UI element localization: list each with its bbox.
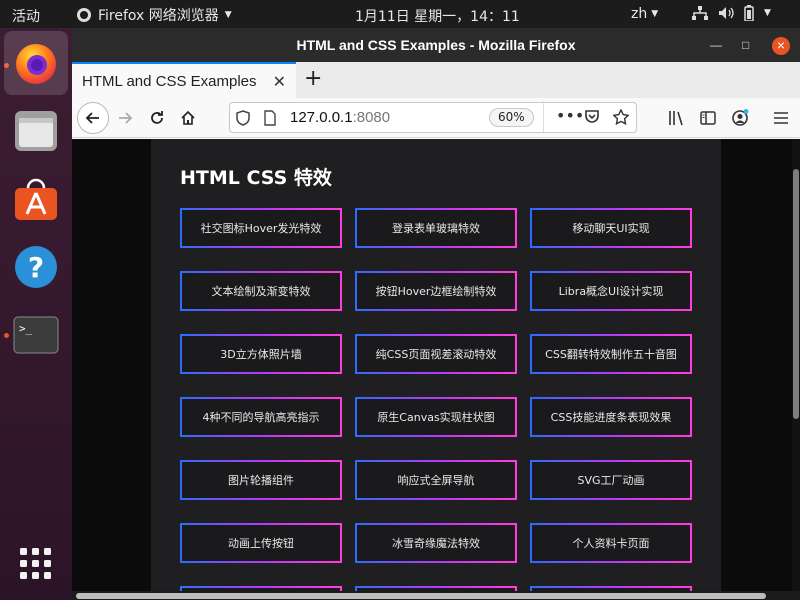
effect-link[interactable]: 按钮Hover边框绘制特效: [355, 271, 517, 311]
navigation-toolbar: 127.0.0.1:8080 60% •••: [72, 98, 800, 138]
close-tab-icon[interactable]: ✕: [273, 72, 286, 92]
effects-grid: 社交图标Hover发光特效 登录表单玻璃特效 移动聊天UI实现 文本绘制及渐变特…: [180, 208, 692, 591]
arrow-right-icon: [119, 112, 133, 124]
svg-text:?: ?: [28, 251, 44, 284]
effect-link[interactable]: SVG工厂动画: [530, 460, 692, 500]
effect-link[interactable]: 登录表单玻璃特效: [355, 208, 517, 248]
arrow-left-icon: [85, 112, 99, 124]
dock: ? >_: [0, 28, 72, 600]
close-window-icon[interactable]: ×: [772, 37, 790, 55]
vertical-scroll-thumb[interactable]: [793, 169, 799, 419]
effect-link[interactable]: Libra概念UI设计实现: [530, 271, 692, 311]
files-icon: [15, 111, 57, 151]
horizontal-scroll-thumb[interactable]: [76, 593, 766, 599]
library-icon: [669, 111, 683, 126]
effect-link[interactable]: 图片轮播组件: [180, 460, 342, 500]
tab-html-css-examples[interactable]: HTML and CSS Examples ✕: [72, 62, 296, 98]
page-actions-icon[interactable]: •••: [556, 106, 584, 125]
library-button[interactable]: [665, 106, 689, 130]
firefox-icon: [16, 44, 56, 84]
effect-link[interactable]: 原生Canvas实现柱状图: [355, 397, 517, 437]
dock-terminal[interactable]: >_: [4, 303, 68, 367]
input-method-label: zh: [631, 6, 648, 22]
window-title: HTML and CSS Examples - Mozilla Firefox: [296, 37, 576, 53]
effect-link[interactable]: 个人资料卡页面: [530, 523, 692, 563]
pocket-icon[interactable]: [584, 109, 600, 125]
page-title: HTML CSS 特效: [180, 167, 332, 189]
url-text[interactable]: 127.0.0.1:8080: [290, 109, 390, 126]
tab-bar: HTML and CSS Examples ✕ +: [72, 62, 800, 98]
system-tray[interactable]: ▼: [692, 5, 771, 21]
title-bar[interactable]: HTML and CSS Examples - Mozilla Firefox …: [72, 28, 800, 62]
sidebar-button[interactable]: [696, 106, 720, 130]
effect-link[interactable]: 响应式全屏导航: [355, 460, 517, 500]
input-method-menu[interactable]: zh ▼: [631, 6, 658, 22]
reload-icon: [151, 111, 163, 124]
shield-icon[interactable]: [236, 110, 250, 126]
network-icon: [692, 6, 708, 20]
dock-ubuntu-software[interactable]: [4, 167, 68, 231]
effect-link[interactable]: 4种不同的导航高亮指示: [180, 397, 342, 437]
url-bar[interactable]: 127.0.0.1:8080 60% •••: [229, 101, 637, 133]
menu-button[interactable]: [769, 106, 793, 130]
effect-link[interactable]: 动画上传按钮: [180, 523, 342, 563]
clock[interactable]: 1月11日 星期一，14：11: [355, 6, 520, 26]
maximize-icon[interactable]: □: [742, 37, 749, 53]
effect-link[interactable]: 文本绘制及渐变特效: [180, 271, 342, 311]
minimize-icon[interactable]: —: [710, 37, 722, 53]
new-tab-icon[interactable]: +: [304, 66, 322, 92]
sidebar-icon: [700, 111, 716, 125]
effect-link[interactable]: CSS翻转特效制作五十音图: [530, 334, 692, 374]
forward-button[interactable]: [113, 106, 137, 130]
account-button[interactable]: [728, 106, 752, 130]
dock-help[interactable]: ?: [4, 235, 68, 299]
app-grid-icon: [20, 548, 51, 579]
effect-link[interactable]: 3D立方体照片墙: [180, 334, 342, 374]
dock-files[interactable]: [4, 99, 68, 163]
top-bar: 活动 Firefox 网络浏览器 ▼ 1月11日 星期一，14：11 zh ▼ …: [0, 0, 800, 28]
bookmark-star-icon[interactable]: [613, 109, 629, 125]
chevron-down-icon: ▼: [651, 9, 659, 19]
app-menu-label: Firefox 网络浏览器: [98, 8, 219, 24]
battery-icon: [744, 5, 754, 21]
firefox-window: HTML and CSS Examples - Mozilla Firefox …: [72, 28, 800, 600]
home-button[interactable]: [176, 106, 200, 130]
show-applications-button[interactable]: [4, 532, 68, 596]
chevron-down-icon: ▼: [764, 8, 771, 18]
firefox-small-icon: [77, 8, 91, 22]
vertical-scrollbar[interactable]: [792, 139, 800, 591]
back-button[interactable]: [77, 102, 109, 134]
url-port: :8080: [352, 109, 391, 126]
software-store-icon: [15, 178, 57, 220]
hamburger-menu-icon: [774, 112, 788, 124]
account-icon: [732, 109, 749, 126]
volume-icon: [719, 7, 734, 19]
activities-button[interactable]: 活动: [12, 6, 40, 26]
effect-link[interactable]: 移动聊天UI实现: [530, 208, 692, 248]
reload-button[interactable]: [145, 106, 169, 130]
dock-firefox[interactable]: [4, 31, 68, 95]
home-icon: [181, 110, 195, 125]
svg-text:>_: >_: [19, 322, 33, 335]
effect-link[interactable]: 纯CSS页面视差滚动特效: [355, 334, 517, 374]
effect-link[interactable]: CSS技能进度条表现效果: [530, 397, 692, 437]
effect-link[interactable]: 冰雪奇缘魔法特效: [355, 523, 517, 563]
url-host: 127.0.0.1: [290, 109, 353, 126]
urlbar-divider: [543, 101, 544, 132]
chevron-down-icon: ▼: [224, 10, 232, 20]
help-icon: ?: [15, 246, 57, 288]
effect-link[interactable]: 社交图标Hover发光特效: [180, 208, 342, 248]
horizontal-scrollbar[interactable]: [72, 591, 800, 600]
page-viewport[interactable]: HTML CSS 特效 社交图标Hover发光特效 登录表单玻璃特效 移动聊天U…: [72, 139, 792, 591]
content-card: HTML CSS 特效 社交图标Hover发光特效 登录表单玻璃特效 移动聊天U…: [151, 139, 721, 591]
page-info-icon[interactable]: [264, 110, 276, 126]
tab-label: HTML and CSS Examples: [82, 72, 257, 90]
zoom-indicator[interactable]: 60%: [489, 108, 534, 127]
app-menu[interactable]: Firefox 网络浏览器 ▼: [76, 5, 232, 25]
terminal-icon: >_: [13, 316, 59, 354]
